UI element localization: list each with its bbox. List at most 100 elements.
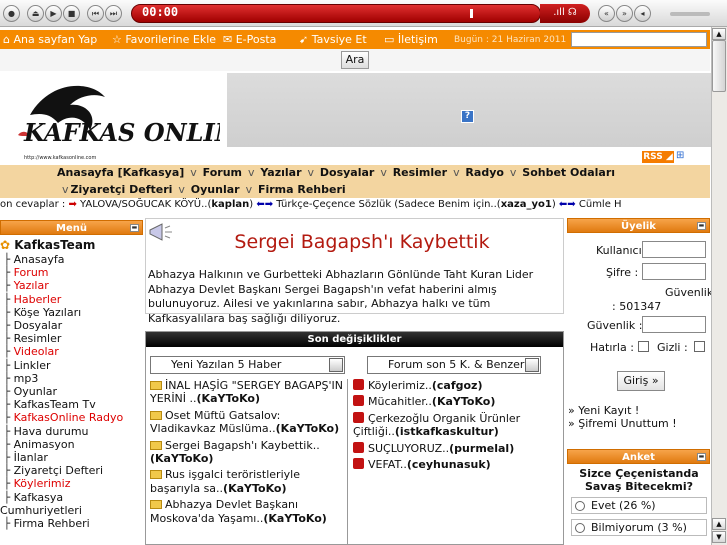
gift-icon [353,395,364,407]
menu-item[interactable]: ├ İlanlar [0,451,143,464]
scroll-up-icon-bottom[interactable]: ▲ [712,518,726,530]
security-input[interactable] [642,316,706,333]
ticker-link-1[interactable]: YALOVA/SOĞUCAK KÖYÜ..(kaplan) [80,199,253,210]
poll-option-yes[interactable]: Evet (26 %) [571,497,707,514]
password-input[interactable] [642,263,706,280]
scroll-up-icon[interactable]: ▲ [712,28,726,40]
menu-item[interactable]: ├ Haberler [0,293,143,306]
news-item[interactable]: Oset Müftü Gatsalov: Vladikavkaz Müslüma… [150,409,347,436]
scrollbar-thumb[interactable] [712,40,726,92]
ticker-link-2[interactable]: Türkçe-Çeçence Sözlük (Sadece Benim için… [276,199,555,210]
stop-icon[interactable]: ■ [63,5,80,22]
menu-item[interactable]: ├ Köşe Yazıları [0,306,143,319]
news-item[interactable]: Abhazya Devlet Başkanı Moskova'da Yaşamı… [150,498,347,525]
search-input[interactable] [571,32,707,47]
menu-item[interactable]: ├ KafkasTeam Tv [0,398,143,411]
news-select[interactable]: Yeni Yazılan 5 Haber [150,356,345,374]
rss-icon[interactable]: RSS ◢ [642,151,674,163]
news-item[interactable]: Sergei Bagapsh'ı Kaybettik..(KaYToKo) [150,439,347,466]
menu-item[interactable]: ├ Animasyon [0,438,143,451]
nav-yazilar[interactable]: Yazılar [260,166,301,179]
menu-item[interactable]: ├ Firma Rehberi [0,517,143,530]
email-link[interactable]: ✉ E-Posta [223,33,276,46]
nav-dosyalar[interactable]: Dosyalar [320,166,374,179]
megaphone-icon [149,223,172,241]
question-icon[interactable]: ? [461,110,474,123]
announcement-title: Sergei Bagapsh'ı Kaybettik [234,231,490,253]
username-input[interactable] [642,241,706,258]
menu-item[interactable]: ├ Anasayfa [0,253,143,266]
menu-item[interactable]: ├ Resimler [0,332,143,345]
announcement-body: Abhazya Halkının ve Gurbetteki Abhazları… [148,268,534,325]
sitemap-icon[interactable]: ⊞ [676,150,690,163]
menu-item[interactable]: ├ Kafkasya [0,491,143,504]
new-account-link[interactable]: » Yeni Kayıt ! [568,404,639,417]
page-scrollbar[interactable] [711,27,727,545]
hidden-checkbox[interactable] [694,341,705,352]
remember-checkbox[interactable] [638,341,649,352]
nav-oyunlar[interactable]: Oyunlar [191,183,240,196]
play-icon[interactable]: ▶ [45,5,62,22]
menu-item[interactable]: Cumhuriyetleri [0,504,143,517]
next-icon[interactable]: ⏭ [105,5,122,22]
progress-bar[interactable] [131,4,541,23]
site-logo[interactable]: KAFKAS ONLINE http://www.kafkasonline.co… [10,75,220,161]
nav-ziyaretci[interactable]: Ziyaretçi Defteri [71,183,173,196]
menu-root[interactable]: ✿ KafkasTeam [0,238,143,253]
nav-radyo[interactable]: Radyo [465,166,504,179]
menu-item[interactable]: ├ mp3 [0,372,143,385]
menu-header: Menü ▬ [0,220,143,235]
poll-question: Sizce Çeçenistanda Savaş Bitecekmi? [579,467,699,493]
eject-icon[interactable]: ⏏ [27,5,44,22]
menu-item[interactable]: ├ KafkasOnline Radyo [0,411,143,424]
favorites-link[interactable]: ☆ Favorilerine Ekle [112,33,216,46]
nav-resimler[interactable]: Resimler [393,166,447,179]
menu-item[interactable]: ├ Dosyalar [0,319,143,332]
recommend-link[interactable]: ➹ Tavsiye Et [299,33,367,46]
scroll-down-icon[interactable]: ▼ [712,531,726,543]
login-button[interactable]: Giriş » [617,371,665,391]
security-label: Güvenlik : [587,319,643,332]
menu-item[interactable]: ├ Forum [0,266,143,279]
news-list: İNAL HAŞİG "SERGEY BAGAPŞ'IN YERİNİ ..(K… [150,379,348,545]
nav-sohbet[interactable]: Sohbet Odaları [522,166,615,179]
poll-option-unknown[interactable]: Bilmiyorum (3 %) [571,519,707,536]
ticker-link-3[interactable]: Cümle H [579,199,622,210]
collapse-icon[interactable]: ▬ [697,222,706,230]
forum-item[interactable]: Mücahitler..(KaYToKo) [353,395,561,408]
logo-icon: ● [3,5,20,22]
volume-slider[interactable] [670,12,710,16]
collapse-icon[interactable]: ▬ [697,453,706,461]
menu-item[interactable]: ├ Hava durumu [0,425,143,438]
menu-item[interactable]: ├ Videolar [0,345,143,358]
forum-item[interactable]: VEFAT..(ceyhunasuk) [353,458,561,471]
nav-firma[interactable]: Firma Rehberi [258,183,346,196]
forward-icon[interactable]: » [616,5,633,22]
forgot-password-link[interactable]: » Şifremi Unuttum ! [568,417,677,430]
forum-item[interactable]: Köylerimiz..(cafgoz) [353,379,561,392]
menu-item[interactable]: ├ Yazılar [0,279,143,292]
date-text: Bugün : 21 Haziran 2011 [454,35,567,45]
menu-item[interactable]: ├ Linkler [0,359,143,372]
menu-tree: ✿ KafkasTeam ├ Anasayfa ├ Forum ├ Yazıla… [0,238,143,530]
previous-icon[interactable]: ⏮ [87,5,104,22]
forum-select[interactable]: Forum son 5 K. & Benzer K. [367,356,541,374]
forum-item[interactable]: Çerkezoğlu Organik Ürünler Çiftliği..(is… [353,411,561,439]
poll-header: Anket ▬ [567,449,710,464]
nav-forum[interactable]: Forum [203,166,242,179]
forum-item[interactable]: SUÇLUYORUZ..(purmelal) [353,441,561,455]
collapse-icon[interactable]: ▬ [130,224,139,232]
rewind-icon[interactable]: « [598,5,615,22]
menu-item[interactable]: ├ Oyunlar [0,385,143,398]
news-item[interactable]: Rus işgalci teröristleriyle başarıyla sa… [150,468,347,495]
search-button[interactable]: Ara [341,51,369,69]
home-link[interactable]: ⌂ Ana sayfan Yap [3,33,97,46]
contact-link[interactable]: ▭ İletişim [384,33,438,46]
menu-item[interactable]: ├ Ziyaretçi Defteri [0,464,143,477]
news-item[interactable]: İNAL HAŞİG "SERGEY BAGAPŞ'IN YERİNİ ..(K… [150,379,347,406]
progress-knob[interactable] [470,9,473,18]
nav-anasayfa[interactable]: Anasayfa [Kafkasya] [57,166,184,179]
menu-item[interactable]: ├ Köylerimiz [0,477,143,490]
forum-list: Köylerimiz..(cafgoz) Mücahitler..(KaYToKo… [353,379,561,474]
volume-icon[interactable]: ◂ [634,5,651,22]
